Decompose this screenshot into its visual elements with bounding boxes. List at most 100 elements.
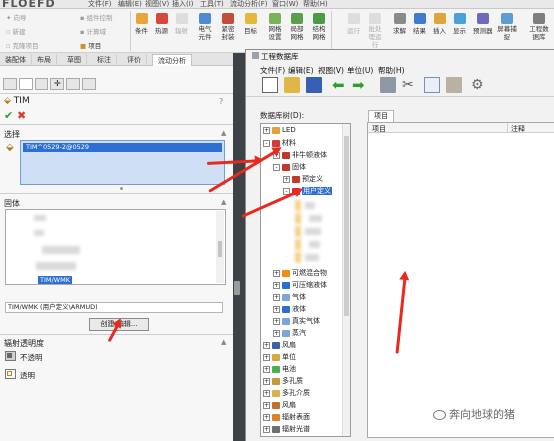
tab-layout[interactable]: 布局 — [32, 54, 57, 66]
ribbon-new[interactable]: ▫ 新建 — [6, 26, 25, 36]
solid-material-list[interactable]: TIM/WMK — [5, 209, 226, 285]
ribbon-structured-mesh-button[interactable]: 结构网格 — [310, 13, 328, 41]
tree-node[interactable]: - 固体 — [273, 162, 306, 172]
expand-toggle-icon[interactable]: + — [263, 365, 270, 373]
tab-flow-analysis[interactable]: 流动分析 — [152, 54, 192, 66]
cut-icon[interactable]: ✂ — [402, 77, 418, 93]
opaque-radio[interactable] — [5, 351, 16, 361]
expand-toggle-icon[interactable]: + — [273, 305, 280, 313]
save-icon[interactable] — [306, 77, 322, 93]
ribbon-predictor-button[interactable]: 预测器 — [473, 13, 493, 35]
tree-node[interactable]: + 辐射光谱 — [263, 424, 310, 434]
tree-node[interactable]: + 蒸汽 — [273, 328, 306, 338]
settings-gear-icon[interactable]: ⚙ — [471, 77, 487, 93]
menu-insert[interactable]: 插入(I) — [172, 0, 194, 8]
property-icon[interactable] — [18, 78, 33, 90]
ribbon-wizard[interactable]: ✦ 向导 — [6, 12, 27, 22]
db-menu-help[interactable]: 帮助(H) — [378, 65, 405, 76]
feature-tree-icon[interactable] — [3, 78, 17, 90]
expand-toggle-icon[interactable]: + — [273, 293, 280, 301]
expand-toggle-icon[interactable]: + — [263, 353, 270, 361]
expand-toggle-icon[interactable]: + — [273, 269, 280, 277]
column-header-note[interactable]: 注释 — [511, 124, 525, 134]
ribbon-mesh-settings-button[interactable]: 网格设置 — [266, 13, 284, 41]
flow-icon[interactable] — [82, 78, 96, 90]
tab-markup[interactable]: 标注 — [92, 54, 117, 66]
forward-icon[interactable]: ➡ — [352, 77, 368, 93]
collapse-toggle-icon[interactable]: - — [263, 139, 270, 147]
cancel-icon[interactable]: ✖ — [17, 109, 26, 122]
ribbon-project[interactable]: ■ 项目 — [80, 40, 101, 50]
tree-node[interactable]: + 可燃混合物 — [273, 268, 327, 278]
menu-tools[interactable]: 工具(T) — [200, 0, 224, 8]
tab-items[interactable]: 项目 — [368, 110, 394, 122]
transparent-radio[interactable] — [5, 369, 16, 379]
database-tree[interactable]: +LED-材料+非牛顿液体-固体+预定义-用户定义+可燃混合物+可压缩液体+气体… — [260, 123, 351, 437]
appearance-icon[interactable] — [66, 78, 81, 90]
ok-icon[interactable]: ✔ — [4, 109, 13, 122]
expand-toggle-icon[interactable]: + — [263, 126, 270, 134]
ribbon-goals-button[interactable]: 目标 — [244, 13, 257, 35]
db-menu-view[interactable]: 视图(V) — [318, 65, 344, 76]
ribbon-conditions-button[interactable]: 条件 — [135, 13, 148, 35]
ribbon-screen-capture-button[interactable]: 屏幕捕捉 — [497, 13, 517, 41]
expand-toggle-icon[interactable]: + — [263, 401, 270, 409]
menu-edit[interactable]: 编辑(E) — [118, 0, 142, 8]
db-menu-units[interactable]: 单位(U) — [347, 65, 373, 76]
help-icon[interactable]: ? — [219, 97, 223, 106]
ribbon-results-button[interactable]: 结果 — [413, 13, 426, 35]
ribbon-solve-button[interactable]: 求解 — [393, 13, 406, 35]
delete-icon[interactable] — [380, 77, 396, 93]
expand-toggle-icon[interactable]: + — [273, 281, 280, 289]
collapse-icon[interactable]: ▲ — [221, 338, 226, 346]
items-table[interactable]: 项目 注释 — [367, 122, 554, 438]
menu-window[interactable]: 窗口(W) — [272, 0, 298, 8]
collapse-icon[interactable]: ▲ — [221, 129, 226, 137]
ribbon-batch-run-button[interactable]: 批处理运行 — [366, 13, 384, 49]
tree-node[interactable]: + 多孔质 — [263, 376, 303, 386]
tree-node[interactable]: + 电池 — [263, 364, 296, 374]
expand-toggle-icon[interactable]: + — [263, 425, 270, 433]
tree-node[interactable]: + 风扇 — [263, 340, 296, 350]
solid-selected-item[interactable]: TIM/WMK — [38, 276, 72, 284]
back-icon[interactable]: ⬅ — [332, 77, 348, 93]
menu-view[interactable]: 视图(V) — [145, 0, 169, 8]
selection-list[interactable]: TIM^0529-2@0529 — [20, 140, 225, 185]
ribbon-run-button[interactable]: 运行 — [347, 13, 360, 35]
selection-item[interactable]: TIM^0529-2@0529 — [23, 143, 222, 152]
tree-node[interactable]: + 单位 — [263, 352, 296, 362]
tree-node[interactable]: + 辐射表面 — [263, 412, 310, 422]
solid-path-field[interactable]: TIM/WMK (用户定义\ARMUD) — [5, 302, 223, 313]
scrollbar[interactable] — [216, 211, 224, 283]
ribbon-electric-element-button[interactable]: 电气元件 — [196, 13, 214, 41]
crosshair-icon[interactable]: ✛ — [50, 78, 65, 90]
expand-toggle-icon[interactable]: + — [263, 413, 270, 421]
ribbon-radiation-button[interactable]: 辐射 — [175, 13, 188, 35]
paste-icon[interactable] — [446, 77, 462, 93]
expand-toggle-icon[interactable]: + — [283, 175, 290, 183]
ribbon-heat-source-button[interactable]: 热源 — [155, 13, 168, 35]
ribbon-engineering-database-button[interactable]: 工程数据库 — [527, 13, 551, 41]
copy-icon[interactable] — [424, 77, 440, 93]
tree-node[interactable]: + 多孔介质 — [263, 388, 310, 398]
expand-toggle-icon[interactable]: + — [273, 317, 280, 325]
ribbon-compact-package-button[interactable]: 紧密封装 — [219, 13, 237, 41]
ribbon-display-button[interactable]: 显示 — [453, 13, 466, 35]
tree-node[interactable]: + 气体 — [273, 292, 306, 302]
db-menu-edit[interactable]: 编辑(E) — [288, 65, 314, 76]
expand-toggle-icon[interactable]: + — [263, 377, 270, 385]
tree-scrollbar-thumb[interactable] — [344, 136, 349, 316]
menu-flow-analysis[interactable]: 流动分析(F) — [230, 0, 268, 8]
expand-toggle-icon[interactable]: + — [263, 389, 270, 397]
tree-node[interactable]: + 液体 — [273, 304, 306, 314]
open-folder-icon[interactable] — [284, 77, 300, 93]
menu-help[interactable]: 帮助(H) — [303, 0, 328, 8]
tab-sketch[interactable]: 草图 — [62, 54, 87, 66]
menu-file[interactable]: 文件(F) — [88, 0, 112, 8]
collapse-icon[interactable]: ▲ — [221, 198, 226, 206]
tab-evaluate[interactable]: 评价 — [122, 54, 147, 66]
tree-node[interactable]: + 风扇 — [263, 400, 296, 410]
tree-node[interactable]: + 预定义 — [283, 174, 323, 184]
ribbon-component-control[interactable]: ▪ 组件控制 — [80, 12, 112, 22]
tree-scrollbar[interactable] — [342, 124, 350, 436]
